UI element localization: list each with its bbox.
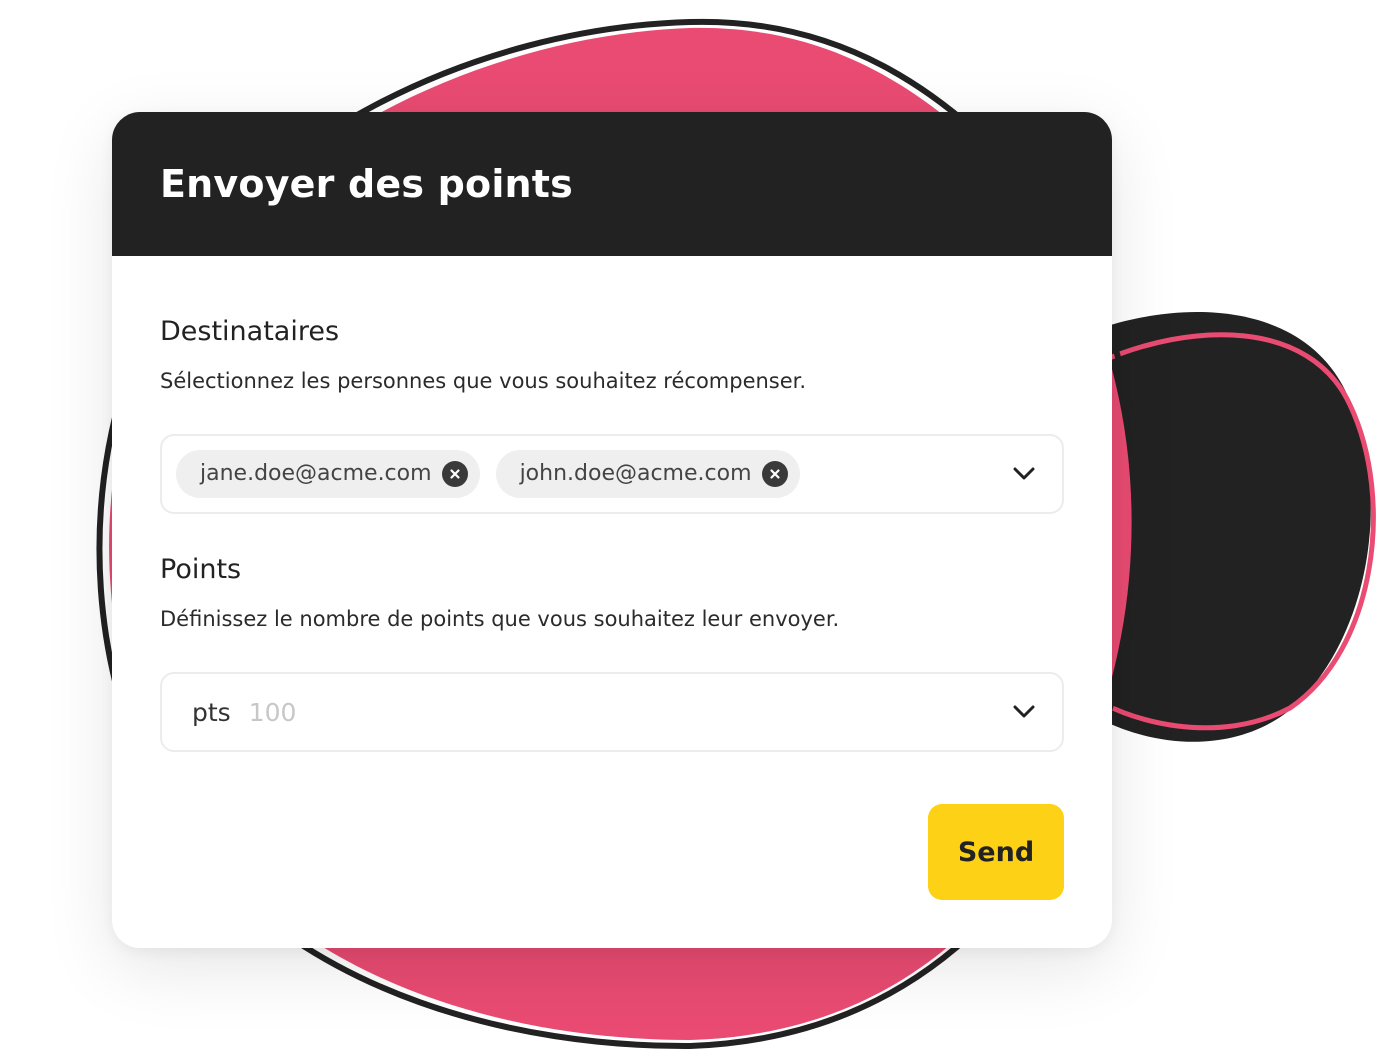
recipients-title: Destinataires	[160, 316, 340, 347]
card-body: Destinataires Sélectionnez les personnes…	[112, 256, 1112, 752]
points-section: Points Définissez le nombre de points qu…	[160, 552, 1064, 752]
recipient-chip: john.doe@acme.com	[495, 450, 800, 498]
send-button[interactable]: Send	[928, 804, 1064, 900]
recipients-section: Destinataires Sélectionnez les personnes…	[160, 314, 1064, 514]
remove-recipient-icon[interactable]	[761, 461, 788, 487]
chevron-down-icon[interactable]	[1012, 466, 1036, 482]
recipient-chip-label: jane.doe@acme.com	[200, 461, 432, 486]
points-input[interactable]	[246, 696, 851, 728]
points-field: pts	[160, 672, 1064, 752]
send-points-card: Envoyer des points Destinataires Sélecti…	[112, 112, 1112, 948]
remove-recipient-icon[interactable]	[441, 461, 468, 487]
chevron-down-icon[interactable]	[1012, 704, 1036, 720]
card-title: Envoyer des points	[160, 162, 573, 206]
recipients-select[interactable]: jane.doe@acme.com john.doe@acme.com	[160, 434, 1064, 514]
card-header: Envoyer des points	[112, 112, 1112, 256]
recipient-chip-label: john.doe@acme.com	[519, 461, 752, 486]
recipients-description: Sélectionnez les personnes que vous souh…	[160, 369, 807, 393]
points-unit-label: pts	[192, 697, 231, 727]
points-title: Points	[160, 554, 242, 585]
points-description: Définissez le nombre de points que vous …	[160, 607, 840, 631]
recipient-chip: jane.doe@acme.com	[176, 450, 480, 498]
